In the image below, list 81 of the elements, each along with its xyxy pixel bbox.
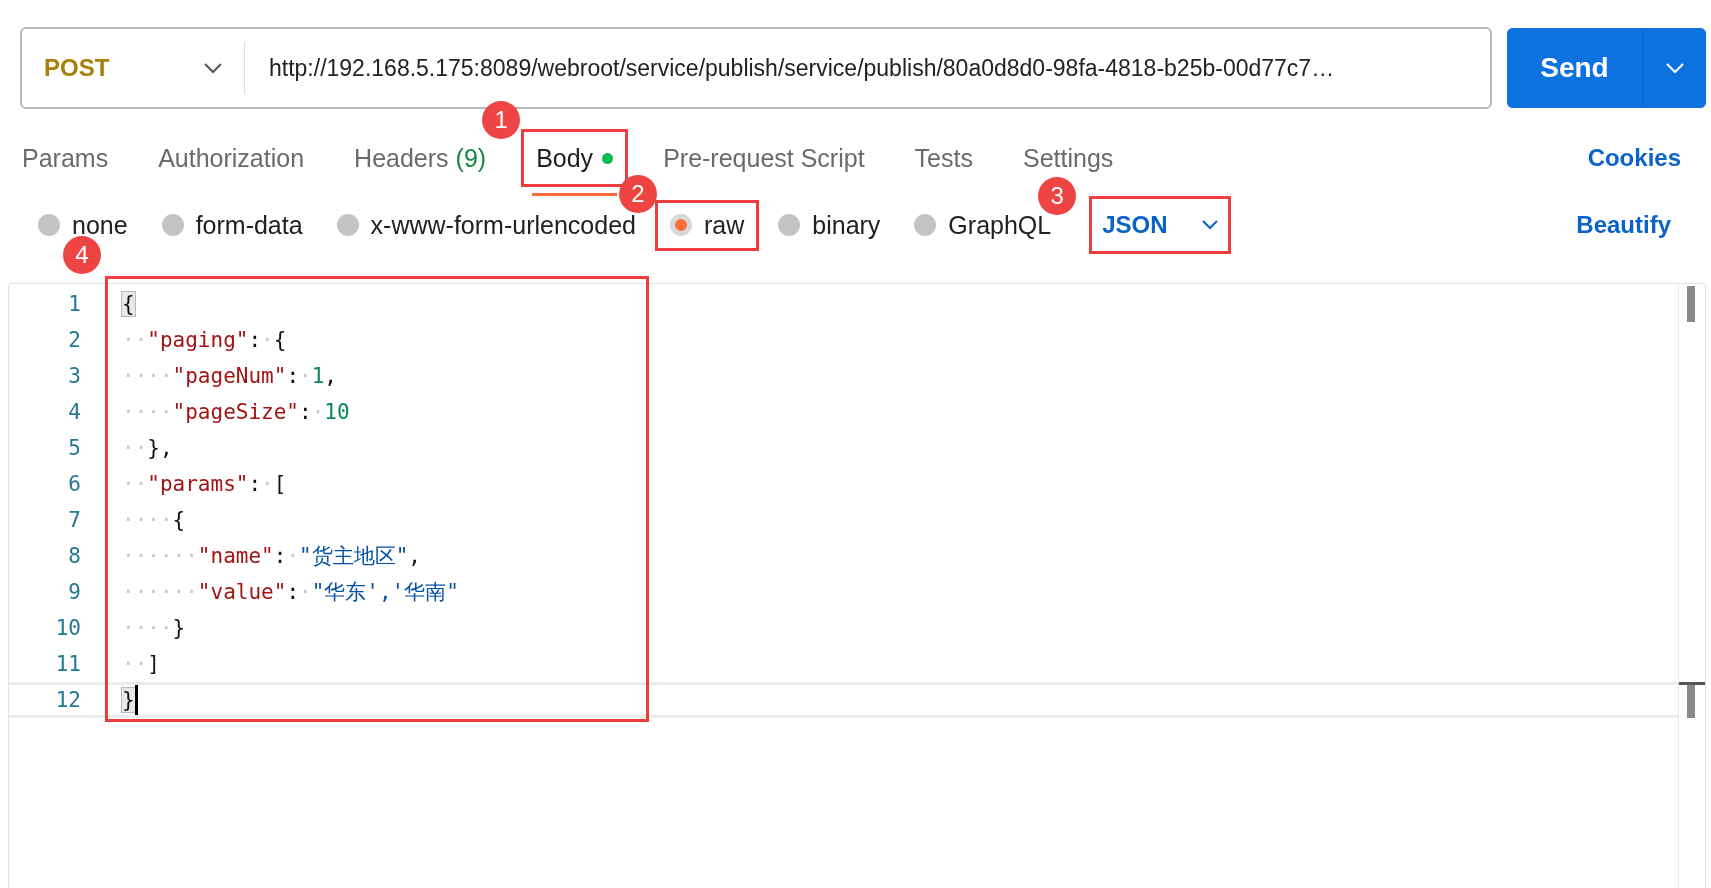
code-key: "name" (197, 544, 274, 568)
line-number: 6 (67, 472, 81, 496)
cursor-marker (1679, 682, 1705, 718)
callout-badge: 4 (63, 236, 101, 274)
code-punctuation: : (286, 364, 300, 388)
callout-badge: 2 (618, 174, 657, 213)
line-number: 2 (67, 328, 81, 352)
request-tab[interactable]: Authorization (158, 135, 305, 181)
radio-button[interactable] (778, 214, 801, 236)
code-key: "paging" (147, 328, 249, 352)
whitespace-dots: ···· (122, 508, 173, 532)
request-tab[interactable]: Pre-request Script (663, 135, 865, 181)
beautify-link[interactable]: Beautify (1576, 211, 1671, 239)
callout-badge: 1 (482, 101, 521, 139)
radio-button[interactable] (161, 214, 184, 236)
code-punctuation: , (324, 364, 337, 388)
line-number: 9 (67, 580, 81, 604)
request-tab[interactable]: Params (22, 135, 109, 181)
code-string: "货主地区" (299, 543, 409, 570)
matched-bracket: { (122, 292, 135, 316)
whitespace-dots: ······ (122, 580, 198, 604)
chevron-down-icon (1201, 220, 1218, 230)
code-punctuation: : (273, 544, 287, 568)
line-number: 4 (67, 400, 81, 424)
radio-button[interactable] (336, 214, 359, 236)
code-key: "pageNum" (172, 364, 287, 388)
code-punctuation: : (248, 328, 262, 352)
line-number: 11 (54, 652, 81, 676)
chevron-down-icon (1665, 62, 1684, 74)
code-punctuation: , (408, 544, 421, 568)
whitespace-dots: ·· (122, 652, 148, 676)
line-number: 3 (67, 364, 81, 388)
code-key: "value" (197, 580, 287, 604)
code-string: "华东','华南" (311, 579, 459, 606)
whitespace-dots: ·· (122, 328, 148, 352)
line-number: 12 (54, 688, 81, 712)
radio-button[interactable] (669, 214, 692, 236)
scrollbar-thumb[interactable] (1687, 286, 1695, 322)
line-number: 8 (67, 544, 81, 568)
url-field[interactable]: http://192.168.5.175:8089/webroot/service/publish/service/publish/80a0d8d0-98fa-4818-b25b-00d77c7… (245, 54, 1335, 82)
whitespace-dots: · (286, 544, 300, 568)
code-punctuation: : (286, 580, 300, 604)
code-punctuation: : (248, 472, 262, 496)
code-key: "params" (147, 472, 249, 496)
language-dropdown[interactable]: JSON (1102, 211, 1218, 239)
code-punctuation: { (172, 508, 186, 532)
code-key: "pageSize" (172, 400, 299, 424)
cookies-link[interactable]: Cookies (1587, 144, 1681, 172)
request-tab[interactable]: Body (536, 135, 614, 181)
whitespace-dots: ·· (122, 436, 148, 460)
whitespace-dots: · (261, 328, 274, 352)
whitespace-dots: ···· (122, 400, 173, 424)
code-punctuation: : (299, 400, 312, 424)
line-number: 7 (67, 508, 81, 532)
code-punctuation: ] (147, 652, 160, 676)
radio-button[interactable] (38, 214, 60, 236)
scrollbar[interactable] (1678, 284, 1705, 888)
code-punctuation: [ (273, 472, 287, 496)
whitespace-dots: · (261, 472, 274, 496)
callout-badge: 3 (1038, 177, 1077, 215)
whitespace-dots: · (299, 580, 312, 604)
request-tab[interactable]: Tests (914, 135, 973, 181)
whitespace-dots: · (299, 364, 312, 388)
code-punctuation: }, (147, 436, 173, 460)
code-number: 10 (324, 400, 350, 424)
matched-bracket: } (122, 688, 135, 712)
method-dropdown[interactable]: POST (22, 29, 244, 107)
line-number: 5 (67, 436, 81, 460)
chevron-down-icon (204, 62, 222, 74)
whitespace-dots: ·· (122, 472, 148, 496)
radio-button[interactable] (914, 214, 937, 236)
code-punctuation: } (172, 616, 186, 640)
line-number: 1 (67, 292, 81, 316)
code-punctuation: { (273, 328, 287, 352)
send-options-button[interactable] (1642, 28, 1706, 108)
whitespace-dots: ···· (122, 616, 173, 640)
whitespace-dots: · (311, 400, 325, 424)
line-number: 10 (54, 616, 81, 640)
code-number: 1 (311, 364, 325, 388)
whitespace-dots: ···· (122, 364, 173, 388)
whitespace-dots: ······ (122, 544, 198, 568)
